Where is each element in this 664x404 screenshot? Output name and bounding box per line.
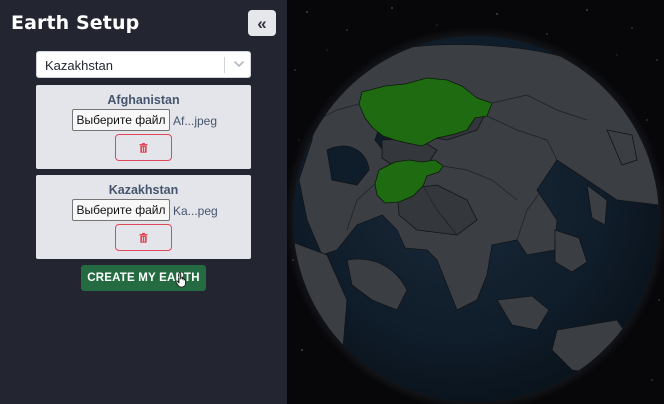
card-country-name: Kazakhstan bbox=[108, 183, 179, 197]
globe-canvas[interactable] bbox=[287, 0, 664, 404]
chevron-down-icon[interactable] bbox=[232, 57, 246, 71]
delete-button[interactable] bbox=[115, 134, 172, 161]
create-earth-button[interactable]: CREATE MY EARTH bbox=[81, 265, 206, 291]
collapse-sidebar-button[interactable]: « bbox=[248, 10, 276, 36]
file-name: Ka...peg bbox=[173, 204, 218, 218]
choose-file-button[interactable]: Выберите файл bbox=[72, 109, 170, 131]
card-country-name: Afghanistan bbox=[107, 93, 180, 107]
hand-cursor-icon bbox=[175, 272, 186, 288]
country-card: Kazakhstan Выберите файл Ka...peg bbox=[36, 175, 251, 259]
page-title: Earth Setup bbox=[11, 12, 140, 34]
choose-file-button[interactable]: Выберите файл bbox=[72, 199, 170, 221]
delete-button[interactable] bbox=[115, 224, 172, 251]
globe-viewport[interactable] bbox=[287, 0, 664, 404]
file-name: Af...jpeg bbox=[173, 114, 218, 128]
double-chevron-left-icon: « bbox=[257, 13, 267, 33]
sidebar: Earth Setup « Kazakhstan Afghanistan Выб… bbox=[0, 0, 287, 404]
country-select-value: Kazakhstan bbox=[45, 58, 113, 73]
trash-icon bbox=[139, 142, 148, 153]
country-card: Afghanistan Выберите файл Af...jpeg bbox=[36, 85, 251, 169]
country-select[interactable]: Kazakhstan bbox=[36, 51, 251, 78]
trash-icon bbox=[139, 232, 148, 243]
select-separator bbox=[224, 57, 225, 73]
